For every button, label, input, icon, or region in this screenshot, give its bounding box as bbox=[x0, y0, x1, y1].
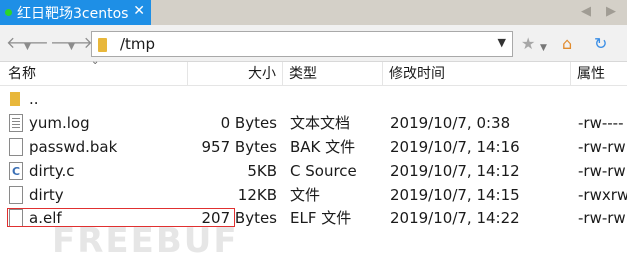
file-name: .. bbox=[29, 90, 39, 108]
file-attributes: -rw---- bbox=[578, 114, 624, 132]
list-item[interactable]: passwd.bak 957 Bytes BAK 文件 2019/10/7, 1… bbox=[0, 135, 627, 159]
file-name: dirty.c bbox=[29, 162, 75, 180]
folder-icon bbox=[10, 92, 20, 106]
bookmark-dropdown-icon[interactable]: ▼ bbox=[540, 38, 547, 58]
text-file-icon bbox=[9, 114, 23, 132]
path-input[interactable]: /tmp ▼ bbox=[91, 31, 513, 57]
close-tab-icon[interactable]: ✕ bbox=[133, 3, 145, 19]
star-icon[interactable]: ★ bbox=[521, 34, 535, 54]
column-name[interactable]: 名称 bbox=[0, 62, 188, 86]
file-name: yum.log bbox=[29, 114, 90, 132]
connected-status-icon bbox=[5, 9, 12, 16]
c-file-icon bbox=[9, 160, 23, 184]
column-modified[interactable]: 修改时间 bbox=[383, 62, 571, 86]
file-icon bbox=[9, 138, 23, 156]
file-attributes: -rw-rw bbox=[578, 162, 626, 180]
list-item[interactable]: dirty.c 5KB C Source 2019/10/7, 14:12 -r… bbox=[0, 159, 627, 184]
file-modified: 2019/10/7, 0:38 bbox=[390, 114, 511, 132]
file-modified: 2019/10/7, 14:22 bbox=[390, 209, 520, 227]
back-dropdown-icon[interactable]: ▼ bbox=[24, 37, 31, 57]
list-item[interactable]: yum.log 0 Bytes 文本文档 2019/10/7, 0:38 -rw… bbox=[0, 111, 627, 135]
column-header: ⌄ 名称 大小 类型 修改时间 属性 bbox=[0, 56, 627, 86]
file-type: 文件 bbox=[290, 186, 321, 204]
file-attributes: -rw-rw bbox=[578, 209, 626, 227]
file-type: ELF 文件 bbox=[290, 209, 352, 227]
tab-title: 红日靶场3centos bbox=[17, 5, 129, 22]
file-name: dirty bbox=[29, 186, 64, 204]
file-size: 957 Bytes bbox=[201, 138, 278, 156]
folder-icon bbox=[98, 38, 107, 52]
column-size[interactable]: 大小 bbox=[188, 62, 283, 86]
file-modified: 2019/10/7, 14:16 bbox=[390, 138, 520, 156]
forward-dropdown-icon[interactable]: ▼ bbox=[68, 37, 75, 57]
path-value: /tmp bbox=[120, 35, 156, 53]
file-type: C Source bbox=[290, 162, 357, 180]
watermark: FREEBUF bbox=[52, 221, 239, 261]
column-attributes[interactable]: 属性 bbox=[571, 62, 627, 86]
session-tab[interactable]: 红日靶场3centos ✕ bbox=[0, 0, 151, 25]
file-size: 0 Bytes bbox=[220, 114, 277, 132]
list-item[interactable]: .. bbox=[0, 87, 627, 111]
file-icon bbox=[9, 186, 23, 204]
file-icon bbox=[9, 209, 23, 227]
tab-scroll-left-icon[interactable]: ◀ bbox=[575, 2, 597, 22]
refresh-icon[interactable]: ↻ bbox=[594, 34, 607, 54]
file-modified: 2019/10/7, 14:12 bbox=[390, 162, 520, 180]
file-name: passwd.bak bbox=[29, 138, 118, 156]
file-size: 5KB bbox=[247, 162, 277, 180]
file-modified: 2019/10/7, 14:15 bbox=[390, 186, 520, 204]
tab-scroll-right-icon[interactable]: ▶ bbox=[600, 2, 622, 22]
file-type: 文本文档 bbox=[290, 114, 351, 132]
file-attributes: -rw-rw bbox=[578, 138, 626, 156]
tab-bar: 红日靶场3centos ✕ ◀ ▶ bbox=[0, 0, 627, 25]
file-type: BAK 文件 bbox=[290, 138, 356, 156]
file-attributes: -rwxrw bbox=[578, 186, 627, 204]
home-icon[interactable]: ⌂ bbox=[562, 34, 572, 54]
file-size: 12KB bbox=[237, 186, 277, 204]
column-type[interactable]: 类型 bbox=[283, 62, 383, 86]
path-dropdown-icon[interactable]: ▼ bbox=[498, 36, 506, 49]
list-item[interactable]: dirty 12KB 文件 2019/10/7, 14:15 -rwxrw bbox=[0, 183, 627, 207]
